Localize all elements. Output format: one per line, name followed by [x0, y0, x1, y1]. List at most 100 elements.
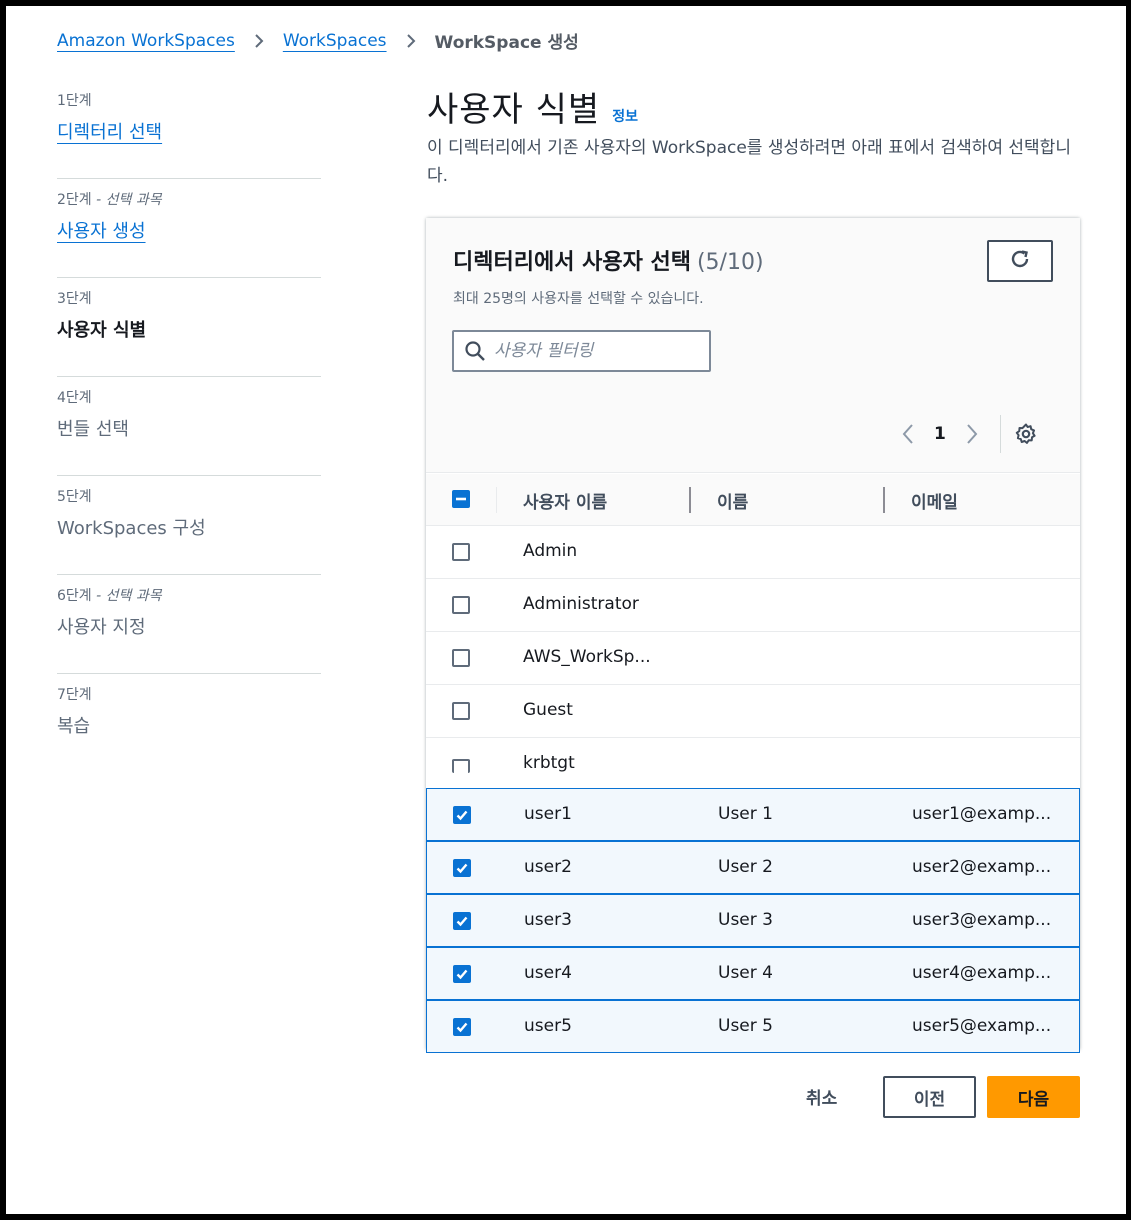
step-title-review: 복습: [57, 716, 91, 737]
row-checkbox[interactable]: [453, 806, 471, 824]
cell-email: user2@examp...: [912, 857, 1052, 877]
cell-email: user1@examp...: [912, 804, 1052, 824]
cell-username: Administrator: [523, 594, 639, 614]
cell-username: user4: [524, 963, 572, 983]
search-icon: [464, 340, 486, 362]
row-checkbox[interactable]: [452, 759, 470, 773]
column-resizer[interactable]: [883, 487, 885, 513]
step-link-select-directory[interactable]: 디렉터리 선택: [57, 118, 321, 144]
step-title-configure-workspaces: WorkSpaces 구성: [57, 518, 206, 539]
gear-icon[interactable]: [1013, 421, 1039, 447]
cell-username: user5: [524, 1016, 572, 1036]
refresh-icon: [1008, 247, 1032, 275]
step-current-identify-users: 사용자 식별: [57, 320, 147, 341]
step-label: 6단계 - 선택 과목: [57, 588, 162, 604]
page-frame: Amazon WorkSpaces WorkSpaces WorkSpace 생…: [6, 6, 1126, 1214]
wizard-actions: 취소 이전 다음: [6, 1076, 1126, 1120]
table-row[interactable]: user5 User 5 user5@examp...: [426, 1000, 1080, 1053]
cell-username: Admin: [523, 541, 578, 561]
user-filter[interactable]: [452, 330, 711, 372]
cell-email: user5@examp...: [912, 1016, 1052, 1036]
column-resizer[interactable]: [689, 487, 691, 513]
row-checkbox[interactable]: [453, 912, 471, 930]
pagination: 1: [896, 415, 1039, 453]
step-title-select-bundle: 번들 선택: [57, 419, 129, 440]
select-all-checkbox[interactable]: [452, 490, 470, 508]
pager-divider: [999, 415, 1001, 453]
row-checkbox[interactable]: [453, 1018, 471, 1036]
previous-button[interactable]: 이전: [883, 1076, 976, 1118]
step-label: 3단계: [57, 291, 92, 307]
breadcrumb-workspaces[interactable]: WorkSpaces: [283, 31, 387, 51]
cell-username: user2: [524, 857, 572, 877]
table-row[interactable]: user2 User 2 user2@examp...: [426, 841, 1080, 894]
wizard-step-5: 5단계 WorkSpaces 구성: [57, 476, 321, 575]
page-header: 사용자 식별 정보: [427, 82, 638, 131]
wizard-step-6: 6단계 - 선택 과목 사용자 지정: [57, 575, 321, 674]
table-row[interactable]: AWS_WorkSp...: [426, 632, 1080, 685]
selection-count: (5/10): [696, 250, 764, 275]
column-divider: [496, 487, 497, 513]
next-button[interactable]: 다음: [987, 1076, 1080, 1118]
chevron-right-icon: [252, 33, 266, 48]
cell-email: user3@examp...: [912, 910, 1052, 930]
column-header-username[interactable]: 사용자 이름: [523, 488, 607, 513]
cell-name: User 3: [718, 910, 773, 930]
table-row[interactable]: user3 User 3 user3@examp...: [426, 894, 1080, 947]
step-label: 7단계: [57, 687, 92, 703]
table-body: Admin Administrator AWS_WorkSp... Guest: [426, 526, 1080, 1053]
row-checkbox[interactable]: [453, 965, 471, 983]
row-checkbox[interactable]: [452, 543, 470, 561]
chevron-right-icon[interactable]: [960, 422, 984, 446]
table-header-section: 디렉터리에서 사용자 선택 (5/10) 최대 25명의 사용자를 선택할 수 있…: [426, 218, 1080, 473]
step-label: 1단계: [57, 93, 92, 109]
page-title: 사용자 식별: [427, 90, 601, 130]
table-row[interactable]: Admin: [426, 526, 1080, 579]
cell-name: User 5: [718, 1016, 773, 1036]
table-row[interactable]: user1 User 1 user1@examp...: [426, 788, 1080, 841]
breadcrumb-current: WorkSpace 생성: [434, 33, 579, 53]
chevron-left-icon[interactable]: [896, 422, 920, 446]
page-description: 이 디렉터리에서 기존 사용자의 WorkSpace를 생성하려면 아래 표에서…: [427, 138, 1071, 186]
table-row[interactable]: user4 User 4 user4@examp...: [426, 947, 1080, 1000]
cell-name: User 1: [718, 804, 773, 824]
cell-username: AWS_WorkSp...: [523, 647, 651, 667]
row-checkbox[interactable]: [452, 649, 470, 667]
chevron-right-icon: [404, 33, 418, 48]
cell-username: user3: [524, 910, 572, 930]
breadcrumb: Amazon WorkSpaces WorkSpaces WorkSpace 생…: [57, 28, 579, 54]
table-row[interactable]: Administrator: [426, 579, 1080, 632]
step-label: 5단계: [57, 489, 92, 505]
step-link-create-users[interactable]: 사용자 생성: [57, 217, 321, 243]
users-table-container: 디렉터리에서 사용자 선택 (5/10) 최대 25명의 사용자를 선택할 수 있…: [426, 218, 1080, 1053]
refresh-button[interactable]: [987, 240, 1053, 282]
info-link[interactable]: 정보: [612, 106, 638, 126]
table-description: 최대 25명의 사용자를 선택할 수 있습니다.: [453, 291, 704, 307]
cell-name: User 2: [718, 857, 773, 877]
table-head: 사용자 이름 이름 이메일: [426, 474, 1080, 526]
step-label: 2단계 - 선택 과목: [57, 192, 162, 208]
column-header-email[interactable]: 이메일: [911, 488, 958, 513]
cell-username: Guest: [523, 700, 573, 720]
cancel-button[interactable]: 취소: [806, 1084, 837, 1109]
wizard-step-7: 7단계 복습: [57, 674, 321, 773]
row-checkbox[interactable]: [453, 859, 471, 877]
column-header-name[interactable]: 이름: [717, 488, 748, 513]
step-title-customize: 사용자 지정: [57, 617, 146, 638]
user-filter-input[interactable]: [494, 341, 694, 361]
cell-username: user1: [524, 804, 572, 824]
row-checkbox[interactable]: [452, 702, 470, 720]
wizard-steps: 1단계 디렉터리 선택 2단계 - 선택 과목 사용자 생성 3단계 사용자 식…: [57, 80, 321, 773]
wizard-step-1: 1단계 디렉터리 선택: [57, 80, 321, 179]
cell-email: user4@examp...: [912, 963, 1052, 983]
wizard-step-3: 3단계 사용자 식별: [57, 278, 321, 377]
row-checkbox[interactable]: [452, 596, 470, 614]
table-title: 디렉터리에서 사용자 선택 (5/10): [453, 250, 764, 275]
cell-username: krbtgt: [523, 753, 575, 773]
table-row[interactable]: Guest: [426, 685, 1080, 738]
breadcrumb-amazon-workspaces[interactable]: Amazon WorkSpaces: [57, 31, 235, 51]
table-row[interactable]: krbtgt: [426, 738, 1080, 788]
page-number[interactable]: 1: [934, 424, 946, 444]
wizard-step-2: 2단계 - 선택 과목 사용자 생성: [57, 179, 321, 278]
step-label: 4단계: [57, 390, 92, 406]
